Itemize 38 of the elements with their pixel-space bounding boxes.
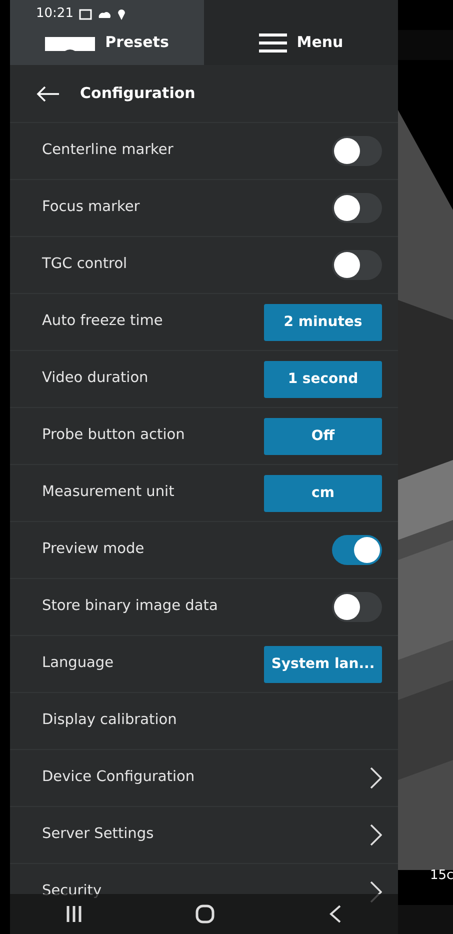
toggle-switch[interactable] — [332, 136, 382, 166]
menu-tab[interactable]: Menu — [204, 0, 398, 65]
setting-label: TGC control — [42, 255, 128, 274]
home-icon[interactable] — [194, 904, 215, 924]
status-time: 10:21 — [36, 5, 74, 24]
value-button[interactable]: cm — [264, 474, 382, 512]
setting-label: Display calibration — [42, 711, 177, 730]
value-button[interactable]: 1 second — [264, 360, 382, 398]
setting-label: Store binary image data — [42, 597, 218, 616]
back-icon[interactable] — [328, 904, 342, 924]
depth-label: 15c — [430, 867, 453, 885]
setting-label: Video duration — [42, 369, 148, 388]
setting-label: Probe button action — [42, 426, 185, 446]
setting-label: Measurement unit — [42, 483, 174, 502]
setting-label: Preview mode — [42, 540, 144, 560]
value-button[interactable]: Off — [264, 418, 382, 454]
toggle-switch[interactable] — [332, 592, 382, 622]
value-button[interactable]: 2 minutes — [264, 304, 382, 340]
toggle-switch[interactable] — [332, 193, 382, 223]
location-icon — [117, 8, 126, 20]
setting-label: Focus marker — [42, 198, 140, 218]
page-title: Configuration — [80, 83, 196, 104]
toggle-switch[interactable] — [332, 250, 382, 280]
setting-label: Auto freeze time — [42, 312, 163, 332]
chevron-right-icon[interactable] — [370, 824, 382, 846]
toggle-switch[interactable] — [332, 535, 382, 565]
setting-label: Language — [42, 654, 114, 674]
setting-label: Device Configuration — [42, 768, 195, 788]
setting-label: Security — [42, 882, 102, 902]
recent-apps-icon[interactable] — [66, 905, 82, 923]
chevron-right-icon[interactable] — [370, 767, 382, 789]
setting-label: Server Settings — [42, 825, 154, 844]
image-icon — [79, 8, 92, 20]
value-button[interactable]: System lan... — [264, 646, 382, 682]
back-arrow-icon[interactable] — [36, 86, 60, 102]
setting-label: Centerline marker — [42, 141, 174, 160]
cloud-icon — [98, 10, 112, 18]
menu-icon — [258, 33, 287, 53]
